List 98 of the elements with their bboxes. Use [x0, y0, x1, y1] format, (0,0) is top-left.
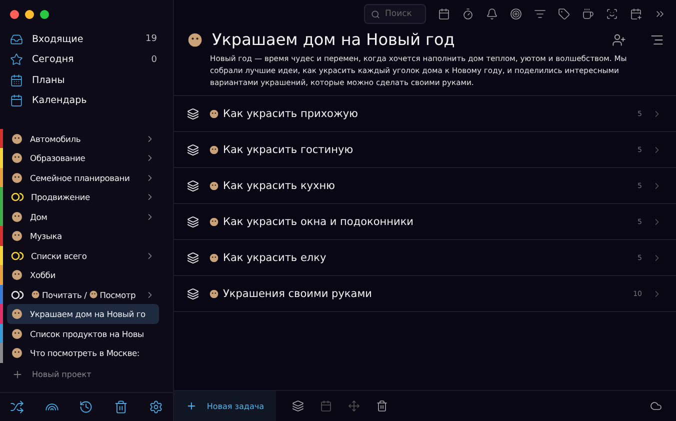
sticker-icon [11, 172, 23, 184]
sticker-icon [209, 216, 219, 226]
project-item[interactable]: Списки всего [7, 246, 159, 266]
section-title: Как украсить гостиную [223, 144, 354, 156]
new-project-link[interactable]: Новый проект [32, 370, 92, 379]
layers-icon [187, 180, 199, 192]
search-field[interactable]: Поиск [364, 4, 426, 24]
sticker-icon [31, 290, 40, 300]
calendar-plus-icon[interactable] [630, 8, 642, 20]
bell-icon[interactable] [486, 8, 498, 20]
inbox-icon[interactable] [10, 32, 23, 46]
maximize-button[interactable] [40, 10, 49, 19]
layers-icon [187, 144, 199, 156]
sticker-icon [11, 347, 23, 360]
layers-icon [187, 288, 199, 300]
item-count: 19 [146, 34, 158, 44]
project-label: Автомобиль [30, 134, 82, 144]
layers-icon [187, 108, 199, 120]
project-label: Продвижение [31, 192, 91, 202]
sticker-icon [11, 210, 23, 223]
project-label: Посмотр [100, 290, 136, 300]
sticker-icon [11, 308, 23, 320]
calendar-icon[interactable] [10, 74, 23, 87]
project-item[interactable]: Семейное планировани [7, 168, 159, 188]
sticker-icon [11, 269, 23, 282]
project-label: Списки всего [31, 250, 88, 261]
sticker-icon [11, 152, 23, 164]
section-title: Как украсить окна и подоконники [223, 216, 414, 228]
project-item[interactable]: Автомобиль [7, 128, 159, 148]
history-icon[interactable] [79, 400, 94, 414]
sticker-icon [88, 290, 98, 300]
sidebar-item[interactable]: Планы [32, 74, 165, 86]
timer-icon[interactable] [462, 8, 474, 20]
sticker-icon [209, 144, 219, 154]
sticker-icon [11, 230, 23, 242]
project-label: Украшаем дом на Новый го [30, 309, 146, 320]
project-label: Список продуктов на Новы [30, 328, 145, 339]
plus-icon[interactable] [12, 368, 23, 380]
shuffle-icon[interactable] [10, 400, 24, 414]
layers-icon [187, 216, 199, 228]
project-label: Семейное планировани [30, 172, 131, 183]
calendar-icon[interactable] [10, 94, 23, 108]
sidebar-item[interactable]: Входящие [32, 34, 137, 45]
plus-icon [186, 400, 197, 412]
add-user-icon[interactable] [612, 32, 626, 46]
search-input[interactable]: Поиск [385, 9, 419, 19]
section-title: Как украсить кухню [223, 180, 336, 192]
project-label: Образование [30, 153, 86, 164]
project-item[interactable]: Список продуктов на Новы [7, 324, 159, 344]
double-chevron-icon[interactable] [654, 8, 666, 20]
target-icon[interactable] [510, 8, 522, 20]
close-button[interactable] [10, 10, 19, 19]
section-title: Как украсить прихожую [223, 108, 359, 120]
cup-icon[interactable] [582, 8, 594, 20]
layers-icon [187, 252, 199, 264]
sticker-icon [209, 108, 219, 118]
layers-icon[interactable] [292, 400, 304, 412]
rings-icon [11, 250, 24, 261]
project-item[interactable]: Образование [7, 148, 159, 168]
project-item[interactable]: Дом [7, 206, 159, 226]
tag-icon[interactable] [558, 8, 570, 20]
sidebar-item[interactable]: Календарь [32, 95, 165, 106]
project-item[interactable]: Продвижение [7, 187, 159, 207]
cloud-icon[interactable] [650, 400, 662, 412]
filter-icon[interactable] [534, 8, 546, 20]
move-icon[interactable] [348, 400, 360, 412]
sticker-icon [209, 180, 219, 190]
sticker-icon [11, 328, 23, 340]
sticker-icon [187, 32, 203, 48]
project-label: Дом [30, 212, 48, 222]
star-icon[interactable] [10, 53, 23, 66]
project-item[interactable]: Хобби [7, 265, 159, 285]
sidebar-item[interactable]: Сегодня [32, 54, 142, 66]
project-label: Хобби [30, 270, 56, 280]
scan-icon[interactable] [606, 8, 618, 20]
project-item[interactable]: Почитать / Посмотр [7, 284, 159, 304]
section-title: Как украсить елку [223, 252, 328, 264]
rings-icon [11, 290, 24, 300]
project-label: Что посмотреть в Москве: [30, 348, 141, 358]
sticker-icon [209, 288, 219, 298]
project-title: Украшаем дом на Новый год [212, 30, 456, 49]
search-icon [371, 10, 380, 18]
section-title: Украшения своими руками [223, 288, 373, 300]
settings-icon[interactable] [148, 400, 163, 414]
sort-icon[interactable] [650, 32, 664, 46]
trash-icon[interactable] [114, 400, 128, 414]
calendar-icon[interactable] [438, 8, 450, 20]
project-item[interactable]: Музыка [7, 226, 159, 246]
project-label: Почитать / [42, 290, 87, 300]
minimize-button[interactable] [25, 10, 34, 19]
trash-icon[interactable] [376, 400, 388, 412]
new-task-button[interactable]: Новая задача [174, 391, 276, 421]
project-label: Музыка [30, 231, 63, 242]
sticker-icon [209, 252, 219, 262]
rings-icon [11, 192, 24, 202]
item-count: 0 [151, 54, 158, 65]
sticker-icon [11, 132, 23, 145]
project-item[interactable]: Что посмотреть в Москве: [7, 343, 159, 363]
